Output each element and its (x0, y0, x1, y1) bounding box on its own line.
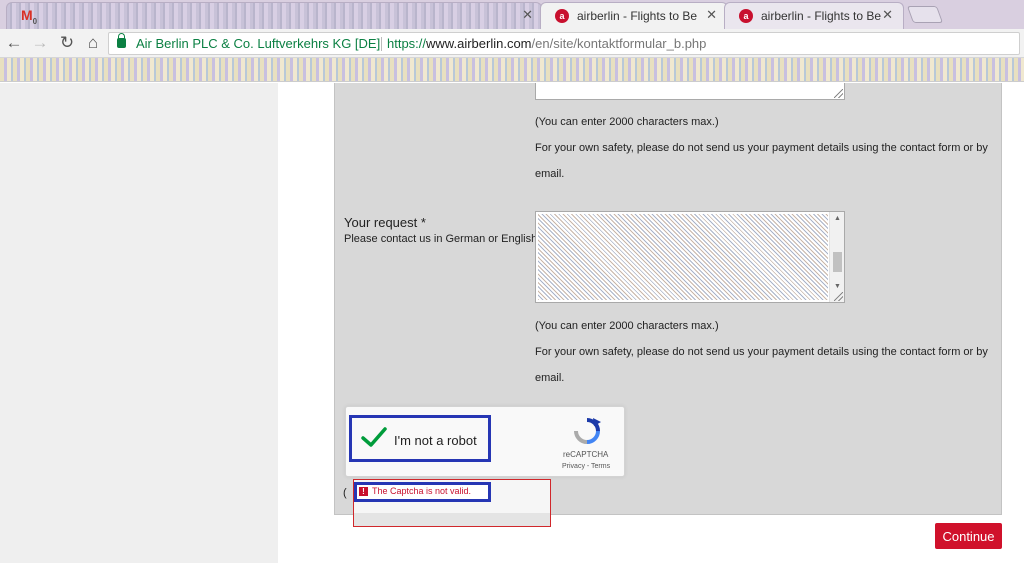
gmail-icon: M0 (21, 7, 38, 26)
error-icon: ! (359, 487, 368, 496)
address-separator (381, 37, 382, 51)
scroll-down-icon[interactable]: ▼ (834, 283, 841, 290)
address-bar[interactable]: Air Berlin PLC & Co. Luftverkehrs KG [DE… (108, 32, 1020, 55)
airberlin-icon: a (555, 9, 569, 23)
tab-airberlin[interactable]: a airberlin - Flights to Berl ✕ (724, 2, 904, 29)
safety-note: For your own safety, please do not send … (535, 346, 988, 358)
checkmark-icon[interactable] (360, 425, 388, 449)
recaptcha-links[interactable]: Privacy - Terms (562, 463, 610, 470)
bookmarks-bar (0, 58, 1024, 82)
textarea-scrollbar[interactable]: ▲ ▼ (829, 212, 844, 302)
continue-button[interactable]: Continue (935, 523, 1002, 549)
close-tab-icon[interactable]: ✕ (706, 7, 717, 23)
scroll-thumb[interactable] (833, 252, 842, 272)
max-chars-note: (You can enter 2000 characters max.) (535, 116, 719, 128)
tab-title: airberlin - Flights to Berl (761, 9, 881, 23)
safety-note: For your own safety, please do not send … (535, 142, 988, 154)
browser-tab-strip: M0 ✕ a airberlin - Flights to Berl ✕ a a… (0, 0, 1024, 29)
airberlin-icon: a (739, 9, 753, 23)
security-label: Air Berlin PLC & Co. Luftverkehrs KG [DE… (136, 36, 381, 51)
error-box-lower (354, 513, 550, 526)
left-sidebar (0, 83, 278, 563)
lock-icon (117, 33, 126, 48)
request-textarea[interactable]: ▲ ▼ (535, 211, 845, 303)
close-tab-icon[interactable]: ✕ (522, 7, 533, 23)
browser-toolbar: ← → ↻ ⌂ Air Berlin PLC & Co. Luftverkehr… (0, 29, 1024, 58)
request-label: Your request * (344, 215, 426, 230)
captcha-error-message: The Captcha is not valid. (372, 486, 472, 496)
redacted-text (538, 214, 828, 300)
request-sublabel: Please contact us in German or English (344, 233, 538, 245)
resize-grip-icon[interactable] (834, 89, 843, 98)
max-chars-note: (You can enter 2000 characters max.) (535, 320, 719, 332)
tab-title: airberlin - Flights to Berl (577, 9, 697, 23)
resize-grip-icon[interactable] (834, 292, 843, 301)
recaptcha-brand: reCAPTCHA (563, 450, 609, 459)
back-arrow-icon[interactable]: ← (4, 33, 24, 53)
forward-arrow-icon[interactable]: → (30, 33, 50, 53)
previous-textarea[interactable] (535, 83, 845, 100)
scroll-up-icon[interactable]: ▲ (834, 215, 841, 222)
new-tab-button[interactable] (906, 6, 944, 23)
safety-note-continued: email. (535, 168, 565, 180)
close-tab-icon[interactable]: ✕ (882, 7, 893, 23)
error-paren: ( (343, 487, 347, 499)
tab-airberlin-active[interactable]: a airberlin - Flights to Berl ✕ (540, 2, 728, 29)
reload-icon[interactable]: ↻ (57, 33, 77, 53)
url-text: https://www.airberlin.com/en/site/kontak… (387, 36, 707, 51)
home-icon[interactable]: ⌂ (83, 33, 103, 53)
safety-note-continued: email. (535, 372, 565, 384)
recaptcha-logo-icon[interactable] (570, 416, 604, 446)
tab-gmail[interactable]: M0 ✕ (6, 2, 542, 29)
not-a-robot-label: I'm not a robot (394, 433, 477, 448)
